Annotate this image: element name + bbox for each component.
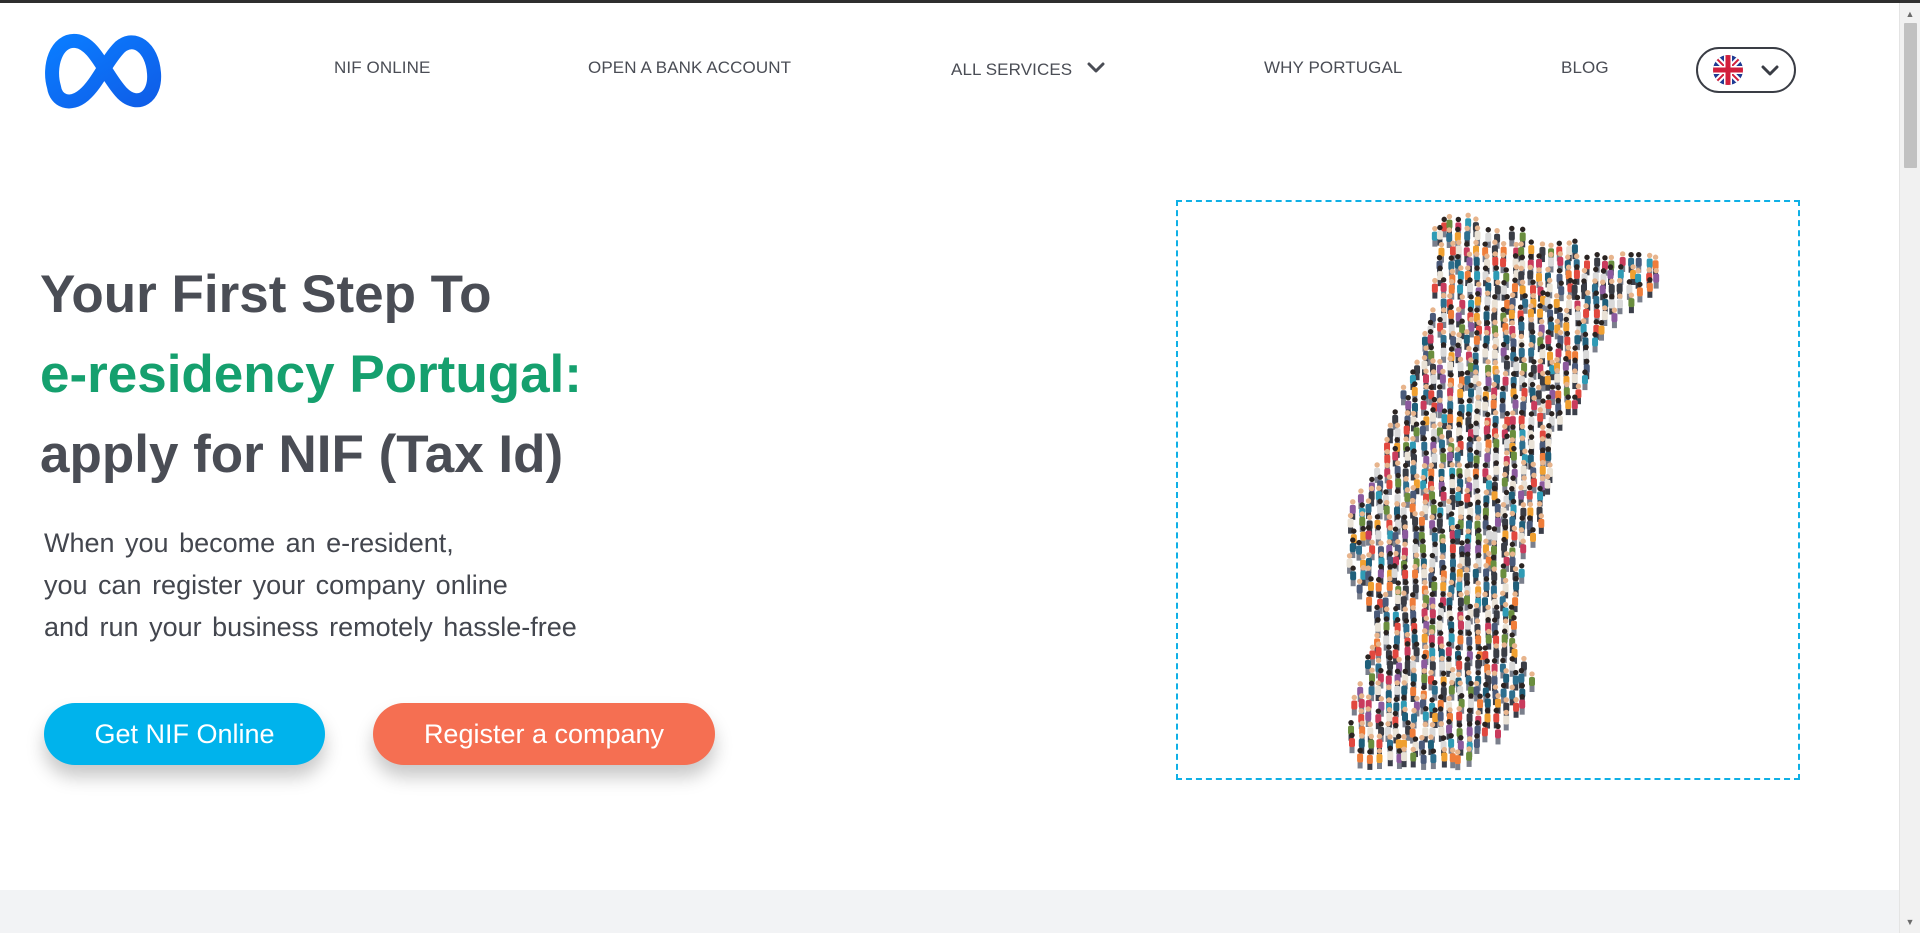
hero-description: When you become an e-resident, you can r…: [44, 522, 577, 648]
nav-open-bank-account[interactable]: OPEN A BANK ACCOUNT: [588, 58, 791, 78]
nav-why-portugal[interactable]: WHY PORTUGAL: [1264, 58, 1403, 78]
nav-label: BLOG: [1561, 58, 1609, 77]
hero-title-line-2: e-residency Portugal:: [40, 345, 582, 404]
chevron-down-icon: [1760, 64, 1780, 82]
register-company-button[interactable]: Register a company: [373, 703, 715, 765]
uk-flag-icon: [1713, 55, 1743, 85]
hero-text-line: When you become an e-resident,: [44, 528, 454, 558]
scroll-up-arrow-icon[interactable]: ▲: [1900, 5, 1920, 23]
hero-text-line: and run your business remotely hassle-fr…: [44, 612, 577, 642]
meta-logo-icon[interactable]: [40, 27, 165, 113]
nav-blog[interactable]: BLOG: [1561, 58, 1609, 78]
nav-label: WHY PORTUGAL: [1264, 58, 1403, 77]
site-header: NIF ONLINE OPEN A BANK ACCOUNT ALL SERVI…: [0, 3, 1899, 133]
hero-title-line-1: Your First Step To: [40, 265, 492, 324]
nav-all-services[interactable]: ALL SERVICES: [951, 58, 1105, 80]
nav-nif-online[interactable]: NIF ONLINE: [334, 58, 430, 78]
scrollbar-thumb[interactable]: [1904, 23, 1917, 168]
next-section-background: [0, 890, 1899, 933]
portugal-map-crowd-illustration: [1346, 212, 1660, 771]
hero-title: Your First Step To e-residency Portugal:…: [40, 255, 582, 495]
get-nif-online-button[interactable]: Get NIF Online: [44, 703, 325, 765]
hero-title-line-3: apply for NIF (Tax Id): [40, 425, 564, 484]
chevron-down-icon: [1087, 58, 1105, 78]
nav-label: NIF ONLINE: [334, 58, 431, 77]
vertical-scrollbar[interactable]: ▲ ▼: [1899, 3, 1920, 933]
nav-label: OPEN A BANK ACCOUNT: [588, 58, 792, 77]
hero-text-line: you can register your company online: [44, 570, 508, 600]
language-selector[interactable]: [1696, 47, 1796, 93]
nav-label: ALL SERVICES: [951, 60, 1073, 79]
scroll-down-arrow-icon[interactable]: ▼: [1900, 913, 1920, 931]
hero-image: [1176, 200, 1800, 780]
